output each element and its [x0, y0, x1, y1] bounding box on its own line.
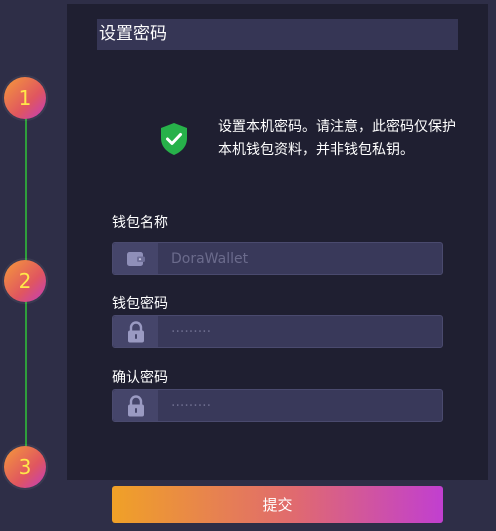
lock-icon-box [113, 316, 158, 347]
notice-line-2: 本机钱包资料，并非钱包私钥。 [218, 142, 414, 158]
card-title: 设置密码 [97, 19, 458, 50]
wallet-icon [126, 251, 145, 266]
lock-icon-box [113, 390, 158, 421]
lock-icon [127, 394, 144, 416]
wallet-password-input[interactable] [171, 316, 431, 347]
confirm-password-field[interactable] [112, 389, 443, 422]
step-number: 1 [18, 86, 32, 110]
lock-icon [127, 320, 144, 342]
step-3-indicator: 3 [4, 446, 46, 488]
step-2-indicator: 2 [4, 260, 46, 302]
step-number: 2 [18, 269, 32, 293]
confirm-password-label: 确认密码 [112, 370, 168, 386]
wallet-password-field[interactable] [112, 315, 443, 348]
confirm-password-input[interactable] [171, 390, 431, 421]
wallet-name-input[interactable] [171, 243, 431, 274]
password-notice: 设置本机密码。请注意，此密码仅保护 本机钱包资料，并非钱包私钥。 [218, 116, 488, 162]
wallet-name-label: 钱包名称 [112, 215, 168, 231]
notice-line-1: 设置本机密码。请注意，此密码仅保护 [218, 119, 456, 135]
wallet-password-label: 钱包密码 [112, 296, 168, 312]
shield-check-icon [161, 123, 187, 155]
submit-button[interactable]: 提交 [112, 486, 443, 523]
step-number: 3 [18, 455, 32, 479]
wallet-icon-box [113, 243, 158, 274]
step-1-indicator: 1 [4, 77, 46, 119]
wallet-name-field[interactable] [112, 242, 443, 275]
